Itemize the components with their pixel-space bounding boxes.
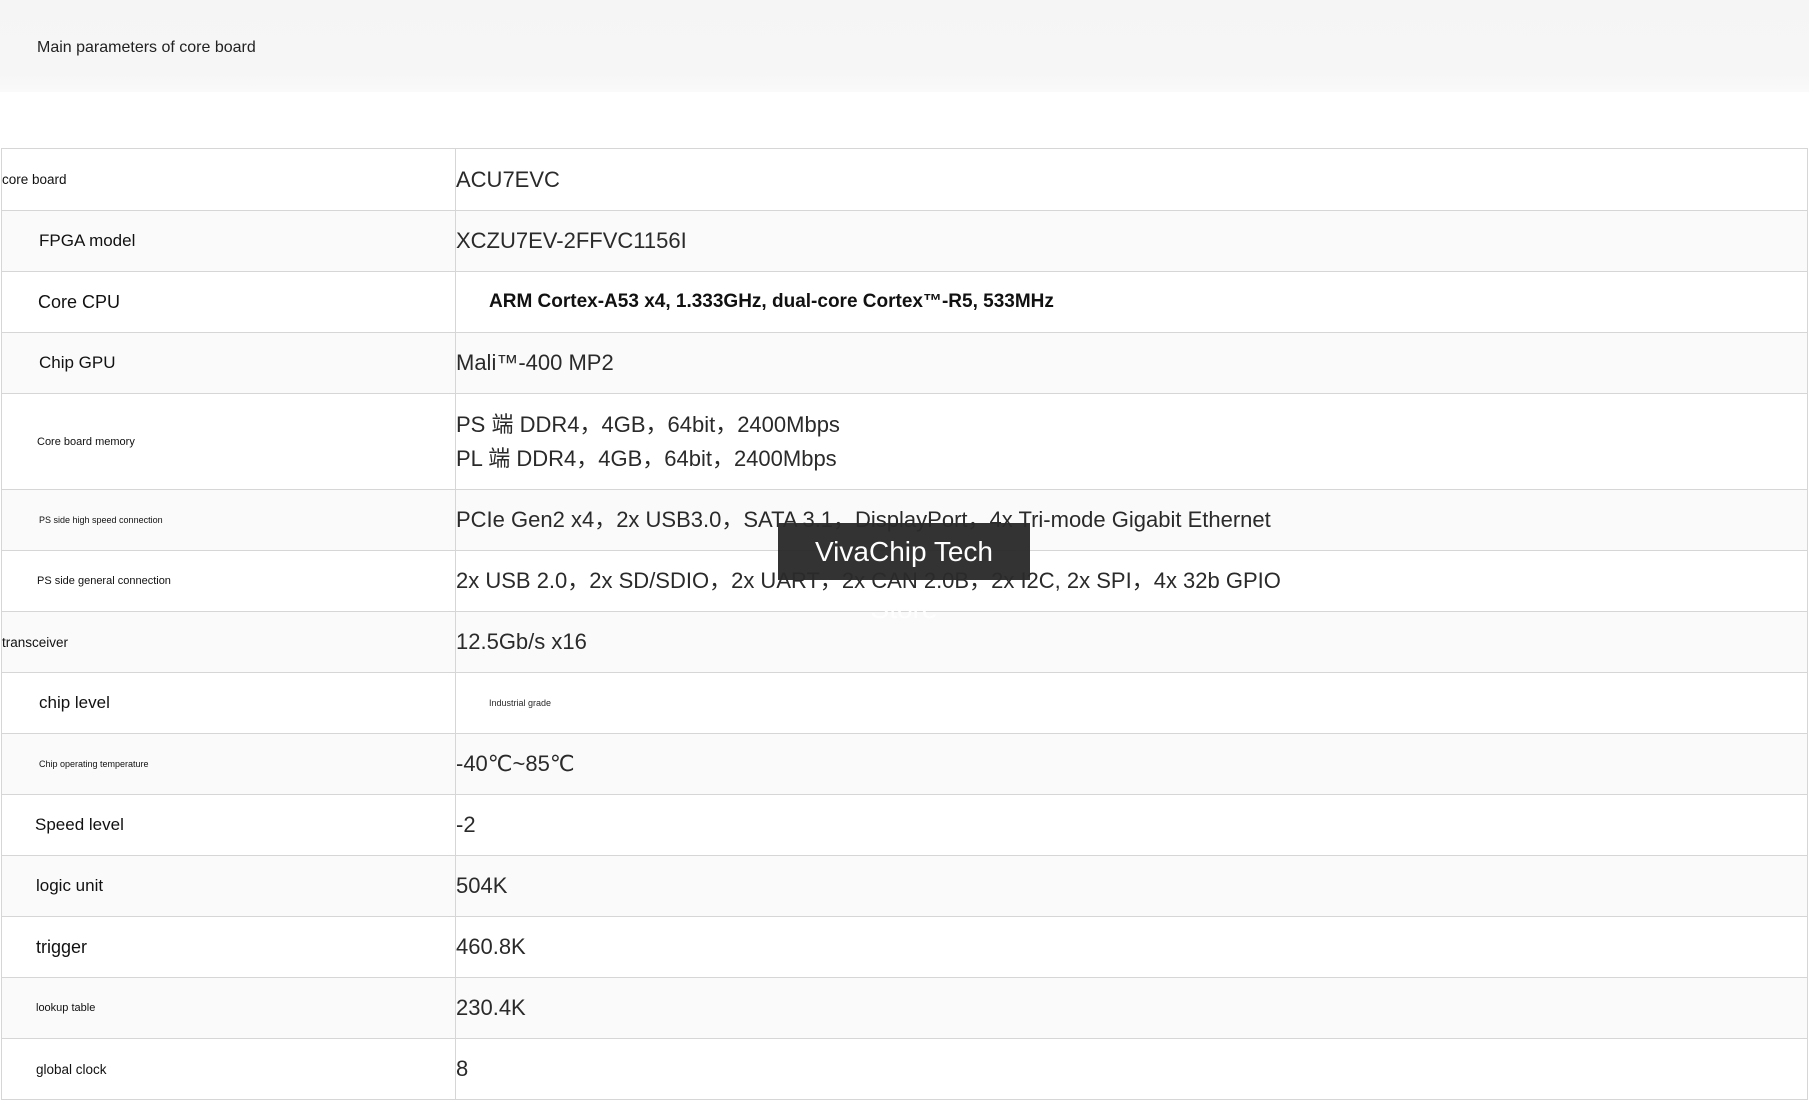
row-label: Core board memory [1,393,456,490]
row-value: 230.4K [455,977,1808,1039]
table-row: lookup table 230.4K [1,977,1808,1039]
row-value: PS 端 DDR4，4GB，64bit，2400Mbps PL 端 DDR4，4… [455,393,1808,490]
row-label: Speed level [1,794,456,856]
product-detail-page: Main parameters of core board core board… [0,0,1809,1104]
row-value: 8 [455,1038,1808,1100]
row-value: XCZU7EV-2FFVC1156I [455,210,1808,272]
row-label: transceiver [1,611,456,673]
store-watermark: VivaChip Tech Store [778,523,1030,624]
row-label: lookup table [1,977,456,1039]
table-row: FPGA model XCZU7EV-2FFVC1156I [1,210,1808,272]
section-title: Main parameters of core board [37,39,256,56]
row-value: ARM Cortex-A53 x4, 1.333GHz, dual-core C… [455,271,1808,333]
row-label: PS side general connection [1,550,456,612]
row-label: core board [1,148,456,211]
row-label: logic unit [1,855,456,917]
row-value: 12.5Gb/s x16 [455,611,1808,673]
row-label: Core CPU [1,271,456,333]
table-row: logic unit 504K [1,855,1808,917]
row-label: chip level [1,672,456,734]
row-label: trigger [1,916,456,978]
row-label: Chip operating temperature [1,733,456,795]
row-value: Industrial grade [455,672,1808,734]
table-row: Core CPU ARM Cortex-A53 x4, 1.333GHz, du… [1,271,1808,333]
row-value: 460.8K [455,916,1808,978]
row-value: 2x USB 2.0，2x SD/SDIO，2x UART，2x CAN 2.0… [455,550,1808,612]
table-row: core board ACU7EVC [1,148,1808,211]
row-label: PS side high speed connection [1,489,456,551]
row-value: ACU7EVC [455,148,1808,211]
row-label: Chip GPU [1,332,456,394]
table-row: Chip GPU Mali™-400 MP2 [1,332,1808,394]
row-value: 504K [455,855,1808,917]
section-header: Main parameters of core board [0,0,1809,92]
table-row: trigger 460.8K [1,916,1808,978]
row-label: global clock [1,1038,456,1100]
row-label: FPGA model [1,210,456,272]
row-value: Mali™-400 MP2 [455,332,1808,394]
table-row: chip level Industrial grade [1,672,1808,734]
row-value: -2 [455,794,1808,856]
table-row: Speed level -2 [1,794,1808,856]
table-row: Core board memory PS 端 DDR4，4GB，64bit，24… [1,393,1808,490]
row-value: PCIe Gen2 x4，2x USB3.0，SATA 3.1，DisplayP… [455,489,1808,551]
table-row: Chip operating temperature -40℃~85℃ [1,733,1808,795]
table-row: global clock 8 [1,1038,1808,1100]
row-value: -40℃~85℃ [455,733,1808,795]
